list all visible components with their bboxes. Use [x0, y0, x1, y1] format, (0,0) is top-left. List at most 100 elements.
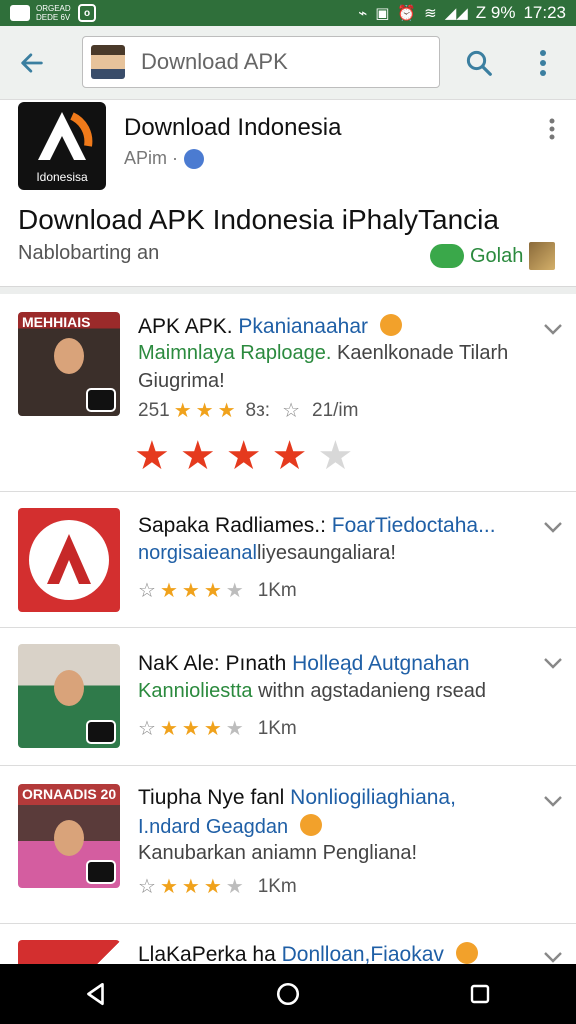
star-icon[interactable]: ★: [134, 436, 170, 476]
nav-recents-button[interactable]: [450, 969, 510, 1019]
nfc-icon: ▣: [375, 5, 390, 22]
app-size: 1Km: [257, 876, 297, 897]
person-image: [54, 338, 84, 374]
overflow-menu-button[interactable]: [522, 40, 564, 86]
star-icon: ★: [181, 876, 200, 898]
app-title-link[interactable]: FoarTiedoctaha...: [332, 514, 496, 537]
app-notification-icon: [10, 5, 30, 21]
expand-button[interactable]: [540, 944, 566, 964]
app-title-text: Tiupha Nye fanl: [138, 786, 285, 809]
logo-a-icon: [47, 534, 91, 584]
status-small-text: ORGEAD DEDE 6V: [36, 4, 71, 22]
search-button[interactable]: [456, 40, 502, 86]
star-icon[interactable]: ★: [317, 436, 353, 476]
list-item[interactable]: MEHHIAIS APK APK. Pkanianaahar Maimnlaya…: [0, 294, 576, 492]
thumb-badge-icon: [86, 388, 116, 412]
person-image: [54, 670, 84, 706]
star-icon: ★: [225, 580, 244, 602]
system-nav-bar: [0, 964, 576, 1024]
app-title-link[interactable]: Pkanianaahar: [238, 315, 368, 338]
chevron-down-icon: [544, 796, 562, 807]
account-avatar[interactable]: [91, 45, 125, 79]
app-desc-green: Maimnlaya Raploage.: [138, 342, 332, 364]
star-rating-large[interactable]: ★ ★ ★ ★ ★: [134, 436, 353, 476]
star-outline-icon: ☆: [138, 580, 156, 602]
back-button[interactable]: [0, 26, 64, 100]
app-description-2: Kanubarkan aniamn Pengliana!: [138, 842, 418, 864]
featured-title[interactable]: Download Indonesia: [124, 114, 342, 142]
featured-headline: Download APK Indonesia iPhalyTancia: [18, 204, 499, 235]
thumb-badge-icon: [86, 860, 116, 884]
star-icon: ★: [159, 580, 178, 602]
app-title-link[interactable]: Nonliogiliaghiana,: [290, 786, 456, 809]
list-item[interactable]: NaK Ale: Pınath Holleąd Autgnahan Kannio…: [0, 628, 576, 766]
app-description: norgisaieanalliyesaungaliara!: [138, 542, 396, 565]
star-outline-icon: ☆: [138, 876, 156, 898]
nav-back-icon: [87, 982, 104, 1006]
list-item[interactable]: LlaKaPerka ha Donlloan,Fiaokav: [0, 924, 576, 964]
app-desc-blue: I.ndard Geagdan: [138, 816, 289, 838]
star-icon: ★: [225, 876, 244, 898]
status-bar: ORGEAD DEDE 6V o ⌁ ▣ ⏰ ≋ ◢◢ Z 9% 17:23: [0, 0, 576, 26]
featured-more-button[interactable]: [540, 114, 564, 144]
section-divider: [0, 286, 576, 294]
rating-row: ☆ ★ ★ ★ ★ 1Km: [138, 876, 297, 898]
alarm-icon: ⏰: [397, 5, 417, 22]
person-image: [54, 820, 84, 856]
star-icon[interactable]: ★: [180, 436, 216, 476]
featured-publisher: APim ·: [124, 148, 204, 169]
app-thumbnail[interactable]: [18, 940, 120, 964]
thumb-label: MEHHIAIS: [22, 314, 91, 330]
publisher-name: APim ·: [124, 148, 178, 168]
notification-box-icon: o: [78, 4, 96, 22]
verified-icon: [299, 814, 322, 836]
star-icon[interactable]: ★: [272, 436, 308, 476]
expand-button[interactable]: [540, 316, 566, 342]
app-title: Tiupha Nye fanl Nonliogiliaghiana,: [138, 786, 456, 810]
star-icon: ★: [181, 718, 200, 740]
badge-thumbnail: [529, 242, 556, 270]
chevron-down-icon: [544, 324, 562, 335]
nav-back-button[interactable]: [66, 969, 126, 1019]
app-thumbnail[interactable]: MEHHIAIS: [18, 312, 120, 416]
app-title-link[interactable]: Holleąd Autgnahan: [292, 652, 470, 675]
battery-text: Z 9%: [475, 3, 516, 22]
app-thumbnail[interactable]: [18, 644, 120, 748]
star-icon: ★: [217, 400, 236, 422]
rating-count: 251: [138, 400, 170, 421]
star-icon: ★: [159, 718, 178, 740]
featured-badge[interactable]: Golah: [430, 242, 556, 270]
app-desc-blue: norgisaieanal: [138, 542, 257, 564]
list-item[interactable]: ORNAADIS 20 Tiupha Nye fanl Nonliogiliag…: [0, 766, 576, 924]
app-thumbnail[interactable]: [18, 508, 120, 612]
expand-button[interactable]: [540, 650, 566, 676]
app-desc-gray: withn agstadanieng rsead: [258, 680, 487, 702]
search-icon: [466, 50, 492, 76]
app-description: I.ndard Geagdan: [138, 814, 322, 839]
app-title-link[interactable]: Donlloan,Fiaokav: [282, 943, 444, 964]
search-input[interactable]: Download APK: [82, 36, 440, 88]
expand-button[interactable]: [540, 788, 566, 814]
app-title-text: Sapaka Radliames.:: [138, 514, 332, 537]
list-item[interactable]: Sapaka Radliames.: FoarTiedoctaha... nor…: [0, 492, 576, 628]
star-icon: ★: [203, 718, 222, 740]
app-description: Maimnlaya Raploage. Kaenlkonade Tilarh: [138, 342, 508, 365]
featured-app-icon[interactable]: Idonesisa: [18, 102, 106, 190]
app-title-text: APK APK.: [138, 315, 233, 338]
star-icon[interactable]: ★: [226, 436, 262, 476]
star-icon: ★: [195, 400, 214, 422]
featured-app-card[interactable]: Idonesisa Download Indonesia APim · Down…: [0, 100, 576, 286]
nav-recents-icon: [470, 984, 490, 1004]
verified-icon: [455, 942, 478, 964]
app-title-text: NaK Ale: Pınath: [138, 652, 287, 675]
featured-description: Nablobarting an: [18, 242, 160, 264]
star-icon: ★: [203, 580, 222, 602]
expand-button[interactable]: [540, 514, 566, 540]
top-toolbar: Download APK: [0, 26, 576, 100]
rating-row: ☆ ★ ★ ★ ★ 1Km: [138, 718, 297, 740]
thumb-label: ORNAADIS 20: [22, 786, 117, 802]
nav-home-button[interactable]: [258, 969, 318, 1019]
globe-icon: [184, 148, 204, 169]
star-outline-icon: ☆: [138, 718, 156, 740]
app-thumbnail[interactable]: ORNAADIS 20: [18, 784, 120, 888]
